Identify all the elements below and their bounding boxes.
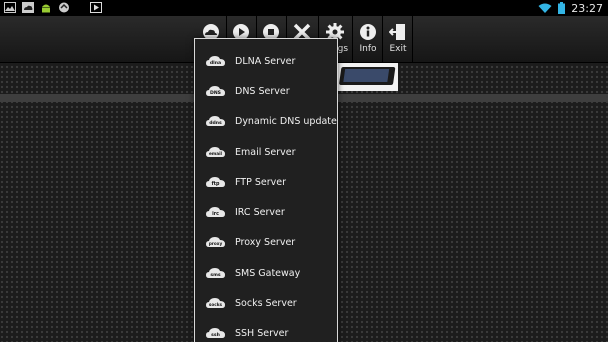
cloud-icon: [22, 2, 34, 13]
menu-item-badge: irc: [212, 211, 219, 217]
menu-item-badge: ftp: [212, 181, 220, 187]
menu-item-label: SMS Gateway: [235, 267, 301, 279]
menu-item-label: Proxy Server: [235, 236, 296, 248]
exit-button[interactable]: Exit: [383, 16, 413, 62]
sync-icon: [59, 2, 69, 13]
dlna-cloud-icon: dlna: [206, 56, 225, 66]
menu-item-proxy-server[interactable]: proxy Proxy Server: [195, 227, 337, 257]
server-menu: dlna DLNA Server DNS DNS Server ddns Dyn…: [194, 38, 338, 342]
menu-item-label: DNS Server: [235, 85, 290, 97]
menu-item-dns-server[interactable]: DNS DNS Server: [195, 76, 337, 106]
socks-cloud-icon: socks: [206, 298, 225, 308]
battery-icon: [558, 2, 566, 14]
ftp-cloud-icon: ftp: [206, 177, 225, 187]
info-label: Info: [359, 44, 377, 54]
menu-item-badge: sms: [210, 273, 221, 278]
clock: 23:27: [571, 1, 603, 15]
notification-icons: [4, 2, 102, 13]
android-icon: [42, 4, 50, 13]
info-icon: [360, 24, 376, 40]
wifi-icon: [538, 3, 552, 13]
menu-item-sms-gateway[interactable]: sms SMS Gateway: [195, 258, 337, 288]
menu-item-socks-server[interactable]: socks Socks Server: [195, 288, 337, 318]
menu-item-badge: dlna: [210, 60, 221, 66]
menu-item-badge: proxy: [209, 241, 223, 246]
menu-item-label: DLNA Server: [235, 55, 296, 67]
menu-item-badge: socks: [209, 302, 223, 307]
menu-item-badge: DNS: [210, 90, 221, 96]
menu-item-label: Socks Server: [235, 297, 297, 309]
irc-cloud-icon: irc: [206, 207, 225, 217]
menu-item-badge: ssh: [211, 332, 220, 338]
ddns-cloud-icon: ddns: [206, 116, 225, 126]
phone-banner-image: [336, 63, 398, 91]
status-bar: 23:27: [0, 0, 608, 16]
sms-cloud-icon: sms: [206, 268, 225, 278]
menu-item-label: IRC Server: [235, 206, 285, 218]
ssh-cloud-icon: ssh: [206, 328, 225, 338]
proxy-cloud-icon: proxy: [206, 237, 225, 247]
menu-item-label: Dynamic DNS updater: [235, 115, 338, 127]
info-button[interactable]: Info: [353, 16, 383, 62]
menu-item-badge: ddns: [209, 120, 222, 126]
exit-icon: [389, 24, 405, 40]
dns-cloud-icon: DNS: [206, 86, 225, 96]
menu-item-ssh-server[interactable]: ssh SSH Server: [195, 318, 337, 342]
menu-item-label: FTP Server: [235, 176, 287, 188]
menu-item-dynamic-dns-updater[interactable]: ddns Dynamic DNS updater: [195, 106, 337, 136]
picture-icon: [4, 2, 16, 13]
menu-item-label: SSH Server: [235, 327, 289, 339]
exit-label: Exit: [389, 44, 407, 54]
play-store-icon: [90, 2, 102, 13]
menu-item-label: Email Server: [235, 146, 296, 158]
menu-item-dlna-server[interactable]: dlna DLNA Server: [195, 46, 337, 76]
status-right: 23:27: [538, 0, 603, 16]
email-cloud-icon: email: [206, 147, 225, 157]
menu-item-irc-server[interactable]: irc IRC Server: [195, 197, 337, 227]
menu-item-ftp-server[interactable]: ftp FTP Server: [195, 167, 337, 197]
menu-item-badge: email: [209, 151, 222, 156]
menu-item-email-server[interactable]: email Email Server: [195, 137, 337, 167]
